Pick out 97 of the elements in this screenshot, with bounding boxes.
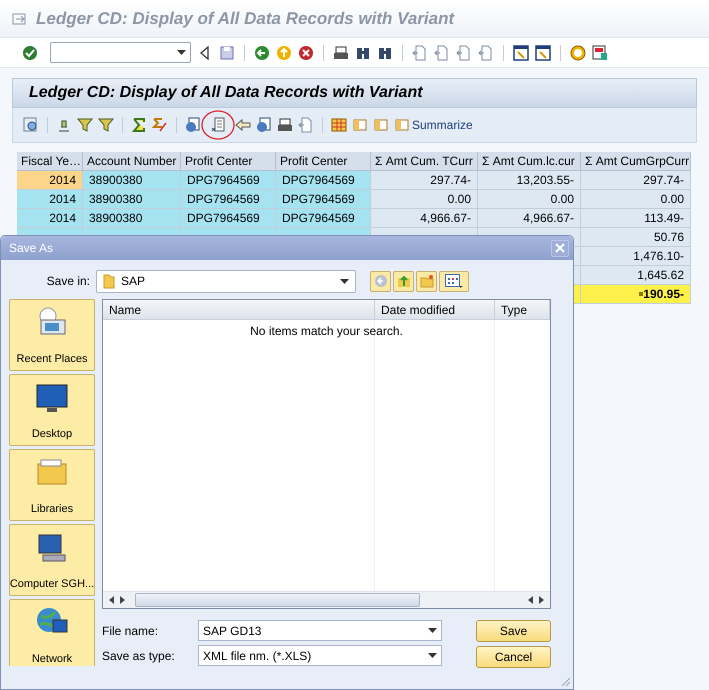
- column-header[interactable]: Type: [495, 300, 550, 319]
- column-header[interactable]: Account Number: [83, 152, 181, 171]
- resize-grip-icon[interactable]: [559, 675, 571, 687]
- save-in-label: Save in:: [46, 273, 91, 290]
- window-icon[interactable]: [513, 44, 529, 60]
- table-cell: 297.74-: [581, 171, 691, 190]
- highlight-circle: [201, 110, 235, 140]
- table-cell: 13,203.55-: [478, 171, 581, 190]
- caret-icon: [340, 278, 349, 284]
- filter-icon[interactable]: [77, 117, 93, 133]
- caret-icon: [428, 628, 437, 633]
- save-in-dropdown[interactable]: SAP: [96, 270, 356, 292]
- place-item[interactable]: Network: [9, 599, 95, 666]
- back-icon[interactable]: [254, 44, 270, 60]
- print-icon[interactable]: [333, 44, 349, 60]
- place-item[interactable]: Libraries: [9, 449, 95, 521]
- menu-icon[interactable]: [12, 12, 28, 24]
- table-cell: 4,966.67-: [371, 209, 478, 228]
- table-cell: 1,645.62: [581, 266, 691, 285]
- table-cell: 113.49-: [581, 209, 691, 228]
- page-icon[interactable]: [478, 44, 494, 60]
- table-cell: 0.00: [581, 190, 691, 209]
- table-cell: 1,476.10-: [581, 247, 691, 266]
- view-grid-icon: [445, 274, 463, 288]
- sigma-icon[interactable]: [131, 117, 147, 133]
- columns-icon[interactable]: [352, 117, 368, 133]
- save-as-type-dropdown[interactable]: XML file nm. (*.XLS): [198, 645, 442, 666]
- empty-message: No items match your search.: [249, 323, 404, 340]
- table-cell: 297.74-: [371, 171, 478, 190]
- place-item[interactable]: Desktop: [9, 374, 95, 446]
- view-menu-button[interactable]: [439, 270, 469, 292]
- subtotal-icon[interactable]: [152, 117, 168, 133]
- table-cell: 38900380: [83, 209, 181, 228]
- table-cell: DPG7964569: [276, 190, 371, 209]
- file-name-field[interactable]: SAP GD13: [198, 620, 442, 641]
- table-cell: 2014: [17, 190, 83, 209]
- scroll-right-icon[interactable]: [120, 596, 125, 604]
- grid-icon[interactable]: [331, 117, 347, 133]
- up-folder-icon: [396, 274, 410, 288]
- table-cell: 38900380: [83, 190, 181, 209]
- scroll-left-icon[interactable]: [109, 596, 114, 604]
- details-icon[interactable]: [23, 117, 39, 133]
- table-cell: DPG7964569: [276, 209, 371, 228]
- folder-icon: [103, 273, 115, 289]
- column-header[interactable]: Profit Center: [276, 152, 371, 171]
- summarize-button[interactable]: Summarize: [394, 116, 473, 134]
- new-folder-button[interactable]: [416, 270, 437, 292]
- up-folder-button[interactable]: [393, 270, 414, 292]
- scroll-right-icon[interactable]: [539, 596, 544, 604]
- back-icon: [374, 274, 388, 288]
- table-cell: 2014: [17, 171, 83, 190]
- table-cell: DPG7964569: [181, 190, 276, 209]
- close-icon: [555, 243, 565, 253]
- check-icon[interactable]: [22, 44, 38, 60]
- caret-icon: [428, 653, 437, 658]
- column-header[interactable]: Profit Center: [181, 152, 276, 171]
- scroll-thumb[interactable]: [135, 593, 420, 607]
- place-item[interactable]: Computer SGH...: [9, 524, 95, 596]
- file-name-label: File name:: [102, 622, 160, 640]
- table-cell: 0.00: [371, 190, 478, 209]
- page-icon[interactable]: [434, 44, 450, 60]
- new-folder-icon: [420, 274, 434, 288]
- table-cell: 4,966.67-: [478, 209, 581, 228]
- columns-icon[interactable]: [373, 117, 389, 133]
- table-cell: 50.76: [581, 228, 691, 247]
- column-header[interactable]: Σ Amt Cum.lc.cur: [478, 152, 581, 171]
- layout-icon[interactable]: [592, 44, 608, 60]
- table-cell: DPG7964569: [276, 171, 371, 190]
- page-icon[interactable]: [456, 44, 472, 60]
- column-header[interactable]: Σ Amt CumGrpCurr: [581, 152, 691, 171]
- window-title: Ledger CD: Display of All Data Records with Variant: [36, 8, 454, 30]
- column-header[interactable]: Date modified: [375, 300, 495, 319]
- table-cell: 0.00: [478, 190, 581, 209]
- window-icon[interactable]: [535, 44, 551, 60]
- table-cell: DPG7964569: [181, 171, 276, 190]
- cancel-icon[interactable]: [298, 44, 314, 60]
- filter-icon[interactable]: [98, 117, 114, 133]
- help-icon[interactable]: [570, 44, 586, 60]
- columns-icon: [394, 117, 410, 133]
- command-field[interactable]: [50, 42, 191, 63]
- save-button[interactable]: Save: [476, 620, 551, 642]
- place-item[interactable]: Recent Places: [9, 299, 95, 371]
- column-header[interactable]: Name: [103, 300, 375, 319]
- column-header[interactable]: Fiscal Ye…: [17, 152, 83, 171]
- caret-icon: [177, 50, 186, 55]
- table-cell: 190.95-: [581, 285, 691, 304]
- scroll-left-icon[interactable]: [528, 596, 533, 604]
- report-title: Ledger CD: Display of All Data Records with Variant: [29, 83, 423, 103]
- table-cell: 2014: [17, 209, 83, 228]
- table-cell: 38900380: [83, 171, 181, 190]
- column-header[interactable]: Σ Amt Cum. TCurr: [371, 152, 478, 171]
- cancel-button[interactable]: Cancel: [476, 646, 551, 668]
- page-icon[interactable]: [412, 44, 428, 60]
- save-icon[interactable]: [219, 44, 235, 60]
- table-cell: DPG7964569: [181, 209, 276, 228]
- dialog-title: Save As: [9, 240, 54, 257]
- save-as-type-label: Save as type:: [102, 648, 176, 664]
